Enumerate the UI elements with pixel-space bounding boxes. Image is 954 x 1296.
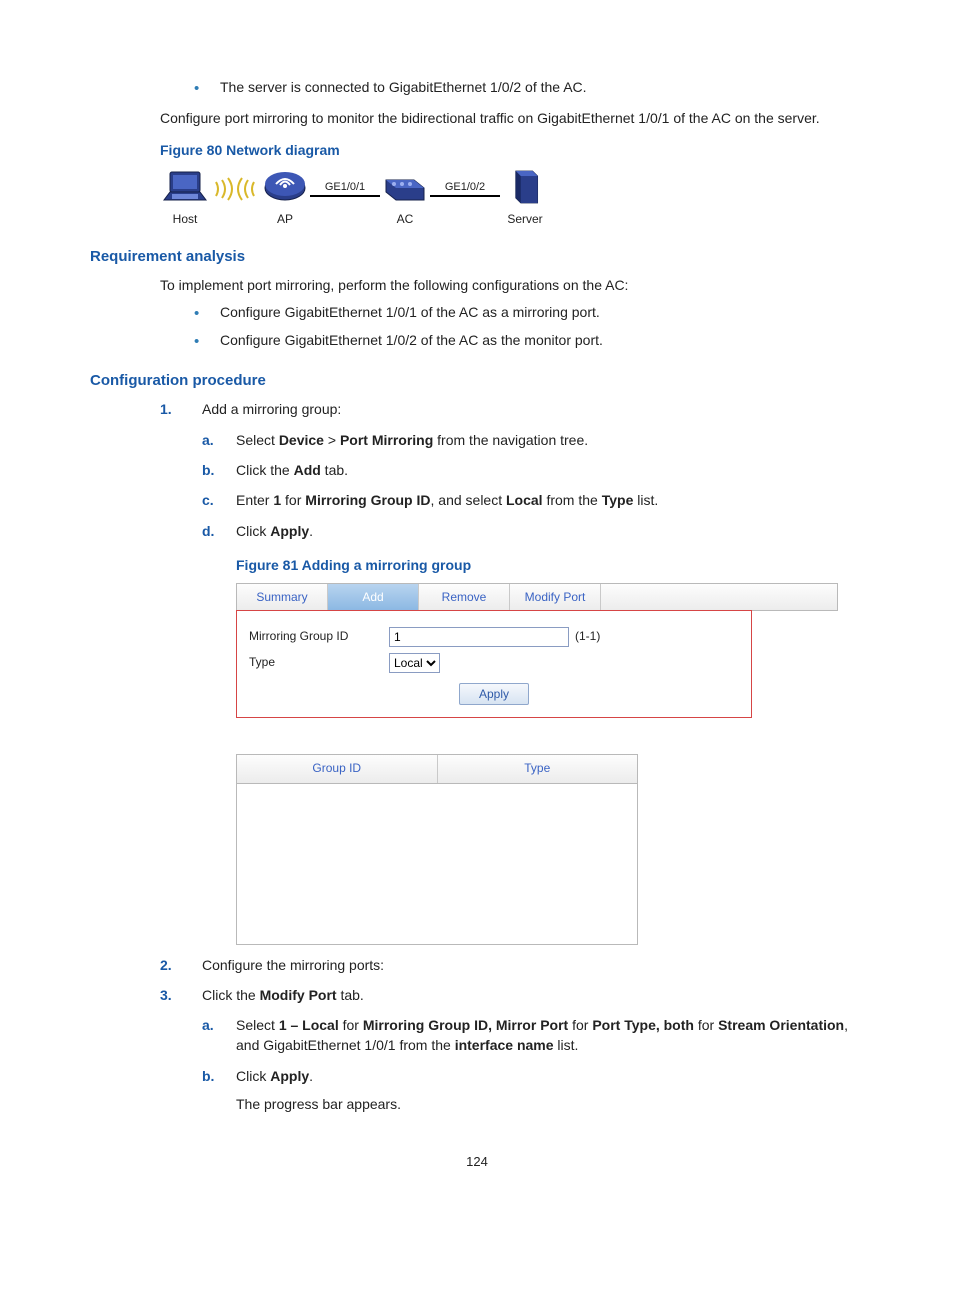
diagram-link-label: GE1/0/1 <box>325 181 365 193</box>
step-item: 2. Configure the mirroring ports: <box>160 955 864 975</box>
bold-text: Modify Port <box>260 987 337 1003</box>
mirroring-group-id-input[interactable] <box>389 627 569 647</box>
bold-text: interface name <box>455 1037 554 1053</box>
text: Enter <box>236 492 273 508</box>
page-number: 124 <box>90 1154 864 1169</box>
text: from the navigation tree. <box>433 432 588 448</box>
substep-letter: b. <box>202 1066 214 1086</box>
step-item: 1. Add a mirroring group: a. Select Devi… <box>160 399 864 944</box>
step-text: The progress bar appears. <box>236 1094 864 1114</box>
figure-caption: Figure 81 Adding a mirroring group <box>236 555 864 575</box>
list-item: Configure GigabitEthernet 1/0/1 of the A… <box>190 303 864 323</box>
diagram-label-server: Server <box>507 212 542 226</box>
text: list. <box>554 1037 579 1053</box>
text: Click <box>236 1068 270 1084</box>
result-table: Group ID Type <box>236 754 638 944</box>
bold-text: Add <box>294 462 321 478</box>
field-label: Type <box>249 654 389 671</box>
bold-text: Stream Orientation <box>718 1017 844 1033</box>
text: Select <box>236 1017 279 1033</box>
step-number: 3. <box>160 985 172 1005</box>
substep-item: d. Click Apply. <box>202 521 864 541</box>
text: for <box>568 1017 592 1033</box>
substep-item: a. Select Device > Port Mirroring from t… <box>202 430 864 450</box>
substep-letter: a. <box>202 430 214 450</box>
server-icon <box>500 166 550 208</box>
text: Click <box>236 523 270 539</box>
laptop-icon <box>160 166 210 208</box>
field-hint: (1-1) <box>575 628 600 645</box>
text: from the <box>543 492 602 508</box>
tab-remove[interactable]: Remove <box>419 584 510 610</box>
bold-text: Local <box>506 492 543 508</box>
diagram-link <box>310 195 380 197</box>
text: tab. <box>321 462 348 478</box>
ac-device-icon <box>380 166 430 208</box>
column-header[interactable]: Group ID <box>237 755 438 782</box>
diagram-label-ap: AP <box>277 212 293 226</box>
wifi-waves-icon <box>210 175 260 217</box>
text: for <box>281 492 305 508</box>
tab-modify-port[interactable]: Modify Port <box>510 584 601 610</box>
substep-item: b. Click the Add tab. <box>202 460 864 480</box>
bold-text: 1 <box>273 492 281 508</box>
figure-caption: Figure 80 Network diagram <box>160 142 864 158</box>
field-label: Mirroring Group ID <box>249 628 389 645</box>
diagram-label-ac: AC <box>397 212 414 226</box>
text: . <box>309 1068 313 1084</box>
substep-item: b. Click Apply. The progress bar appears… <box>202 1066 864 1115</box>
diagram-link <box>430 195 500 197</box>
column-header[interactable]: Type <box>438 755 638 782</box>
step-item: 3. Click the Modify Port tab. a. Select … <box>160 985 864 1114</box>
text: , and select <box>431 492 507 508</box>
list-item: The server is connected to GigabitEthern… <box>190 78 864 98</box>
text: list. <box>633 492 658 508</box>
tab-add[interactable]: Add <box>328 584 419 610</box>
substep-letter: c. <box>202 490 214 510</box>
bold-text: Mirroring Group ID <box>305 492 430 508</box>
network-diagram: Host AP GE1/0/1 <box>160 166 864 226</box>
step-number: 1. <box>160 399 172 419</box>
text: for <box>339 1017 363 1033</box>
bold-text: 1 – Local <box>279 1017 339 1033</box>
step-text: Add a mirroring group: <box>202 401 341 417</box>
bold-text: Mirroring Group ID, Mirror Port <box>363 1017 568 1033</box>
text: Select <box>236 432 279 448</box>
diagram-label-host: Host <box>173 212 198 226</box>
substep-item: c. Enter 1 for Mirroring Group ID, and s… <box>202 490 864 510</box>
text: > <box>324 432 340 448</box>
access-point-icon <box>260 166 310 208</box>
step-text: Configure the mirroring ports: <box>202 957 384 973</box>
text: Click the <box>202 987 260 1003</box>
bold-text: Type <box>602 492 634 508</box>
bold-text: Apply <box>270 1068 309 1084</box>
substep-letter: d. <box>202 521 214 541</box>
type-select[interactable]: Local <box>389 653 440 673</box>
paragraph: Configure port mirroring to monitor the … <box>160 108 864 128</box>
tab-strip: Summary Add Remove Modify Port <box>236 583 838 611</box>
diagram-link-label: GE1/0/2 <box>445 181 485 193</box>
bold-text: Apply <box>270 523 309 539</box>
section-heading: Configuration procedure <box>90 372 864 389</box>
substep-letter: b. <box>202 460 214 480</box>
text: tab. <box>337 987 364 1003</box>
table-body <box>237 784 637 944</box>
form-panel: Mirroring Group ID (1-1) Type Local Appl… <box>236 610 752 718</box>
text: . <box>309 523 313 539</box>
section-heading: Requirement analysis <box>90 248 864 265</box>
substep-item: a. Select 1 – Local for Mirroring Group … <box>202 1015 864 1056</box>
bold-text: Port Type, both <box>592 1017 694 1033</box>
step-number: 2. <box>160 955 172 975</box>
text: Click the <box>236 462 294 478</box>
substep-letter: a. <box>202 1015 214 1035</box>
tab-summary[interactable]: Summary <box>237 584 328 610</box>
apply-button[interactable]: Apply <box>459 683 529 705</box>
tab-filler <box>601 584 837 610</box>
bold-text: Port Mirroring <box>340 432 433 448</box>
text: for <box>694 1017 718 1033</box>
list-item: Configure GigabitEthernet 1/0/2 of the A… <box>190 331 864 351</box>
bold-text: Device <box>279 432 324 448</box>
paragraph: To implement port mirroring, perform the… <box>160 275 864 295</box>
